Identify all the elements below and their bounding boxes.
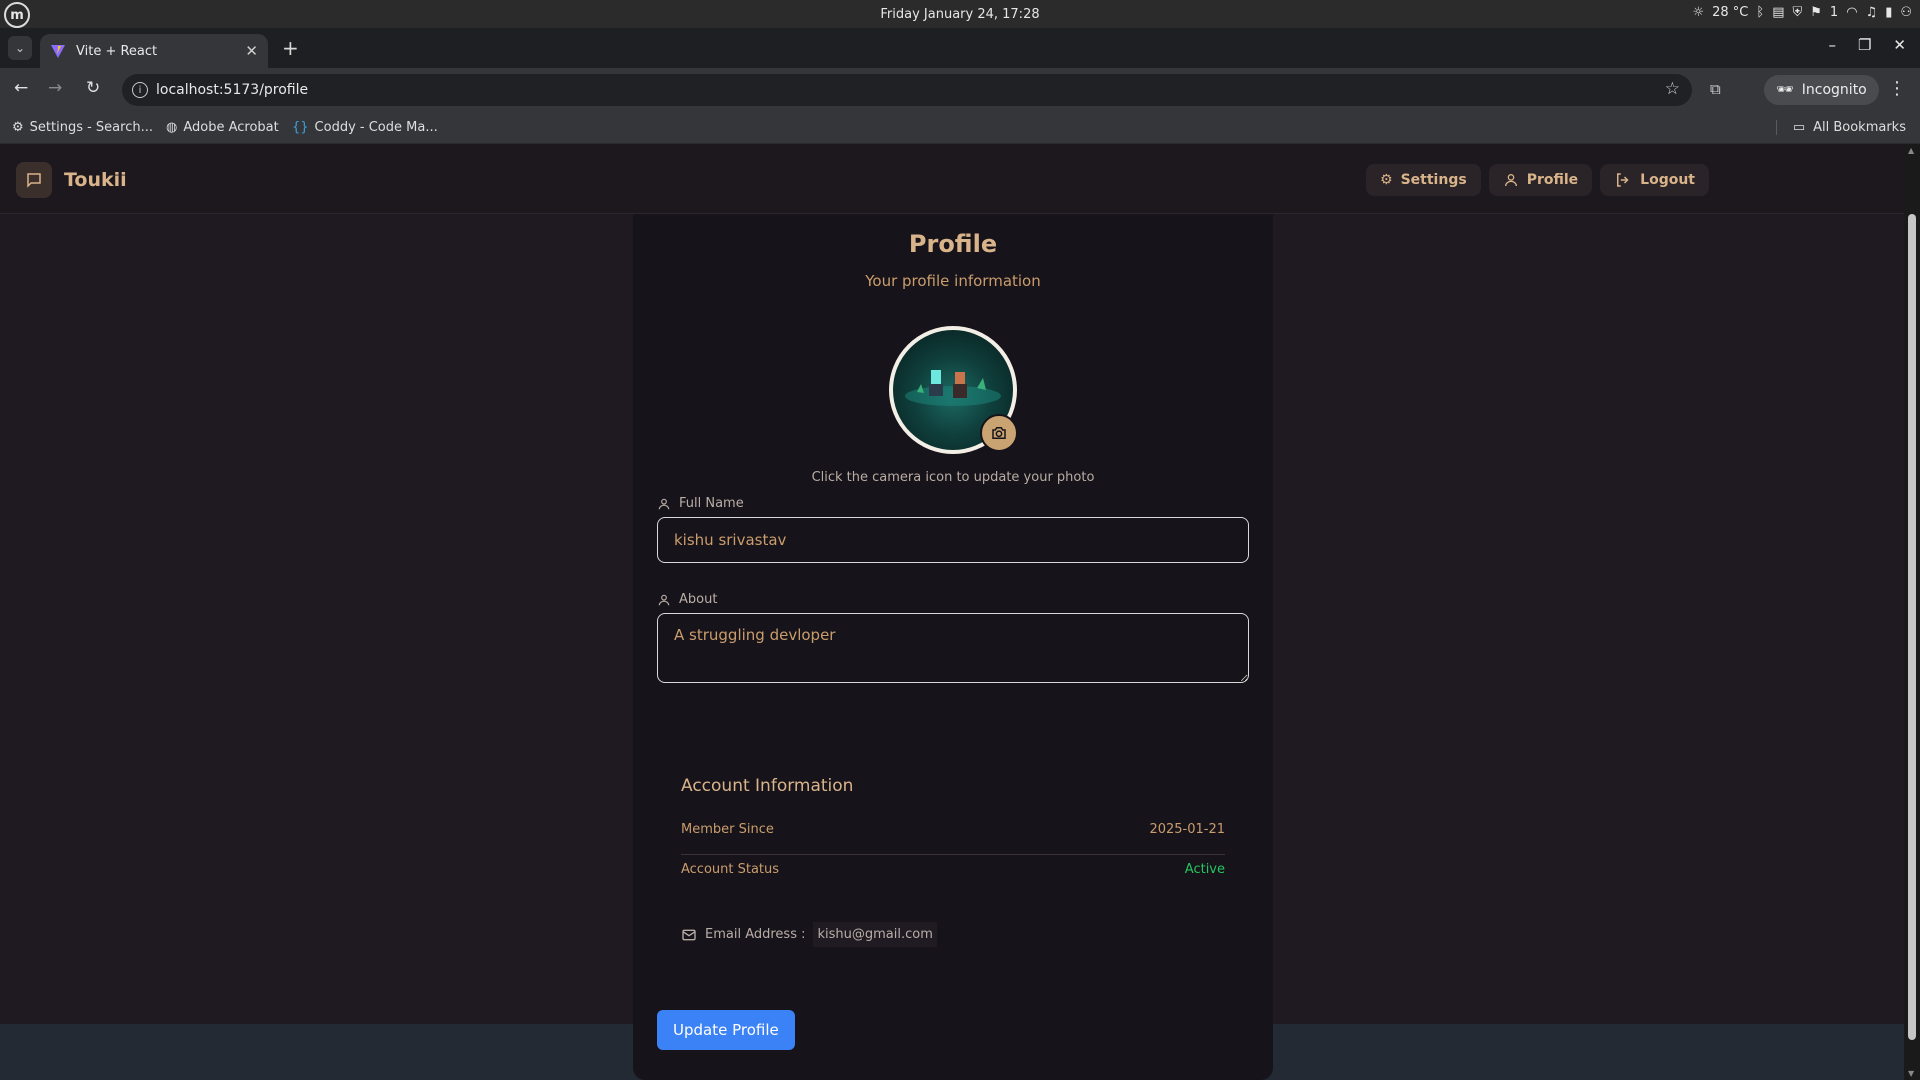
full-name-label: Full Name [657, 496, 744, 511]
label-text: Full Name [679, 496, 744, 511]
user-icon [1504, 174, 1517, 187]
account-status-row: Account Status Active [681, 862, 1225, 877]
gear-icon: ⚙ [1380, 172, 1393, 188]
back-arrow-icon[interactable]: ← [14, 78, 28, 98]
shield-icon[interactable]: ⛨ [1792, 5, 1802, 20]
bookmarks-bar: ⚙ Settings - Search... ◍ Adobe Acrobat {… [0, 112, 1920, 144]
folder-icon: ▭ [1792, 120, 1806, 135]
wifi-icon[interactable]: ◠ [1846, 5, 1857, 20]
gear-icon: ⚙ [12, 120, 24, 135]
bookmark-star-icon[interactable]: ☆ [1665, 79, 1680, 99]
nav-profile-button[interactable]: Profile [1488, 164, 1593, 196]
all-bookmarks[interactable]: ▭ All Bookmarks [1775, 120, 1906, 135]
member-since-value: 2025-01-21 [1149, 822, 1225, 837]
browser-tab-strip: ⌄ Vite + React ✕ + – ❐ ✕ [0, 28, 1920, 68]
window-controls: – ❐ ✕ [1828, 36, 1906, 54]
chat-bubble-icon [16, 162, 52, 198]
all-bookmarks-label: All Bookmarks [1813, 120, 1906, 135]
incognito-indicator[interactable]: 🕶︎ Incognito [1764, 75, 1879, 105]
system-tray: ☼ 28 °C ᛒ ▤ ⛨ ⚑ 1 ◠ ♫ ▮ ⚇ [1692, 5, 1912, 20]
email-value: kishu@gmail.com [813, 922, 937, 947]
os-top-bar: m Friday January 24, 17:28 ☼ 28 °C ᛒ ▤ ⛨… [0, 0, 1920, 28]
address-bar[interactable]: i localhost:5173/profile ☆ [122, 74, 1692, 106]
bookmark-label: Settings - Search... [29, 120, 153, 135]
account-info-title: Account Information [681, 776, 854, 796]
camera-upload-button[interactable] [980, 414, 1018, 452]
divider [681, 854, 1225, 855]
update-profile-button[interactable]: Update Profile [657, 1010, 795, 1050]
page-viewport: Toukii ⚙ Settings Profile Logout Profile… [0, 144, 1904, 1080]
bluetooth-icon[interactable]: ᛒ [1756, 5, 1764, 20]
page-subtitle: Your profile information [865, 272, 1041, 290]
notification-count: 1 [1829, 5, 1839, 20]
brand-name: Toukii [64, 169, 127, 191]
nav-label: Settings [1400, 172, 1467, 188]
bookmark-settings[interactable]: ⚙ Settings - Search... [12, 120, 153, 135]
bookmark-label: Adobe Acrobat [183, 120, 279, 135]
user-icon[interactable]: ⚇ [1900, 5, 1912, 20]
globe-icon: ◍ [166, 120, 178, 135]
screenshot-extension-icon[interactable]: ⧉ [1710, 80, 1721, 98]
weather-icon[interactable]: ☼ [1692, 5, 1704, 20]
bookmark-coddy[interactable]: {} Coddy - Code Ma... [292, 120, 438, 135]
camera-icon [992, 427, 1006, 439]
user-icon [658, 498, 670, 509]
page-title: Profile [908, 230, 998, 258]
profile-card: Profile Your profile information Click t… [633, 214, 1273, 1080]
nav-settings-button[interactable]: ⚙ Settings [1366, 164, 1481, 196]
nav-logout-button[interactable]: Logout [1600, 164, 1709, 196]
scroll-down-icon[interactable]: ▼ [1908, 1069, 1914, 1078]
music-icon[interactable]: ♫ [1866, 5, 1878, 20]
account-status-label: Account Status [681, 862, 780, 877]
tab-close-icon[interactable]: ✕ [245, 42, 258, 60]
tab-title: Vite + React [76, 43, 158, 59]
nav-links: ⚙ Settings Profile Logout [1366, 164, 1904, 196]
restore-icon[interactable]: ❐ [1858, 36, 1871, 54]
close-window-icon[interactable]: ✕ [1893, 36, 1906, 54]
browser-menu-icon[interactable]: ⋮ [1888, 78, 1906, 99]
app-navbar: Toukii ⚙ Settings Profile Logout [0, 144, 1904, 214]
bookmark-label: Coddy - Code Ma... [314, 120, 438, 135]
photo-hint: Click the camera icon to update your pho… [811, 470, 1095, 485]
site-info-icon[interactable]: i [132, 82, 148, 98]
incognito-label: Incognito [1801, 82, 1867, 98]
battery-icon[interactable]: ▮ [1885, 5, 1892, 20]
bookmark-adobe-acrobat[interactable]: ◍ Adobe Acrobat [166, 120, 279, 135]
weather-temp[interactable]: 28 °C [1712, 5, 1748, 20]
browser-toolbar: ← → ↻ i localhost:5173/profile ☆ ⧉ 🕶︎ In… [0, 68, 1920, 112]
incognito-icon: 🕶︎ [1776, 82, 1794, 98]
url-text[interactable]: localhost:5173/profile [156, 82, 308, 98]
scroll-thumb[interactable] [1908, 214, 1916, 1040]
notification-icon[interactable]: ⚑ [1810, 5, 1822, 20]
email-row: Email Address : kishu@gmail.com [681, 922, 937, 947]
os-clock[interactable]: Friday January 24, 17:28 [0, 7, 1920, 22]
label-text: About [679, 592, 718, 607]
nav-label: Logout [1640, 172, 1695, 188]
clipboard-icon[interactable]: ▤ [1772, 5, 1784, 20]
full-name-input[interactable] [657, 517, 1249, 563]
forward-arrow-icon[interactable]: → [48, 78, 62, 98]
brand[interactable]: Toukii [16, 162, 127, 198]
member-since-row: Member Since 2025-01-21 [681, 822, 1225, 837]
reload-icon[interactable]: ↻ [86, 78, 100, 98]
member-since-label: Member Since [681, 822, 774, 837]
status-badge: Active [1184, 862, 1225, 877]
email-label: Email Address : [705, 927, 806, 942]
new-tab-plus-icon[interactable]: + [282, 36, 299, 60]
page-scrollbar[interactable]: ▲ ▼ [1904, 144, 1920, 1080]
coddy-icon: {} [292, 120, 309, 135]
user-icon [658, 594, 670, 605]
about-label: About [657, 592, 717, 607]
tab-search-chevron-down-icon[interactable]: ⌄ [8, 36, 32, 60]
scroll-up-icon[interactable]: ▲ [1908, 146, 1914, 155]
tab-vite-react[interactable]: Vite + React ✕ [40, 34, 268, 68]
about-textarea[interactable]: A struggling devloper [657, 613, 1249, 683]
minimize-icon[interactable]: – [1828, 36, 1836, 54]
mail-icon [682, 929, 696, 940]
logout-icon [1617, 173, 1629, 187]
nav-label: Profile [1526, 172, 1579, 188]
vite-logo-icon [51, 45, 65, 58]
